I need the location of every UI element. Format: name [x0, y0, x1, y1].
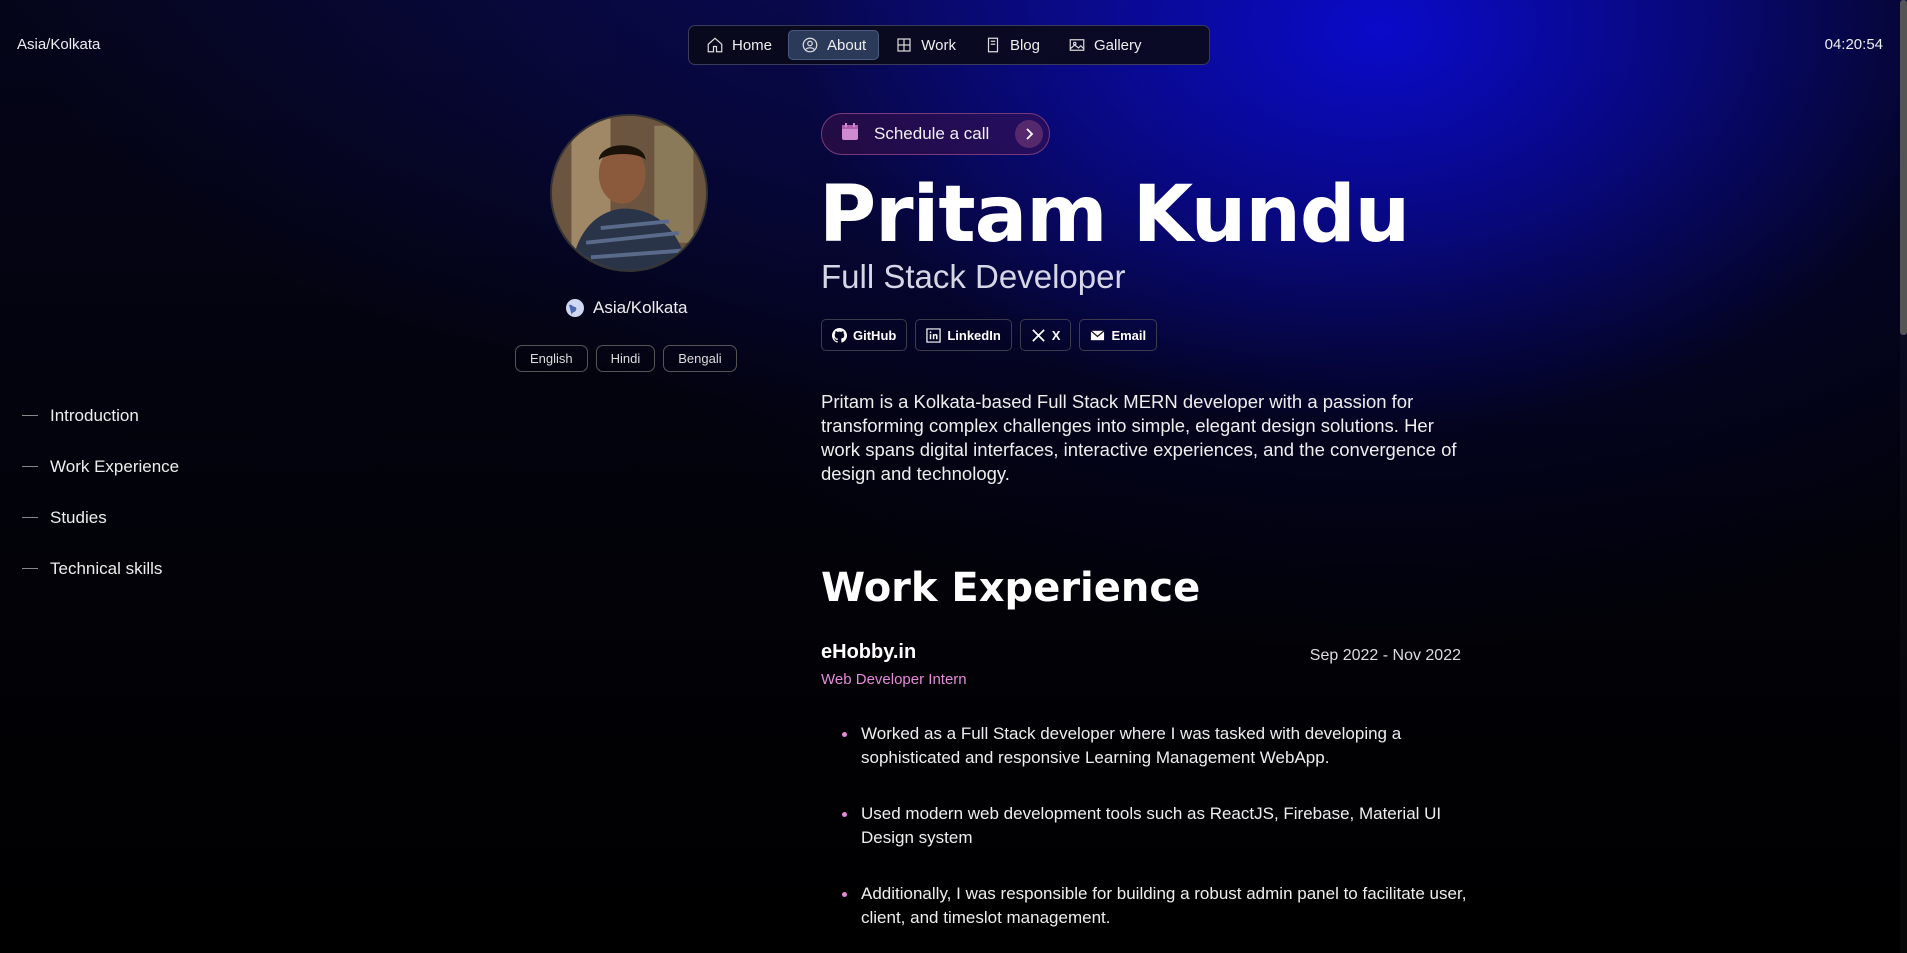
section-nav-studies[interactable]: Studies	[22, 492, 179, 543]
job-role: Web Developer Intern	[821, 671, 967, 688]
dash-divider	[22, 415, 38, 416]
job-responsibilities: Worked as a Full Stack developer where I…	[842, 722, 1470, 953]
section-nav-technical-skills[interactable]: Technical skills	[22, 543, 179, 594]
nav-home[interactable]: Home	[694, 30, 784, 60]
scrollbar-thumb[interactable]	[1900, 0, 1907, 335]
nav-work[interactable]: Work	[883, 30, 968, 60]
nav-blog-label: Blog	[1009, 36, 1040, 54]
section-nav-work-experience[interactable]: Work Experience	[22, 441, 179, 492]
github-icon	[832, 327, 847, 343]
job-dates: Sep 2022 - Nov 2022	[1309, 647, 1461, 664]
nav-gallery[interactable]: Gallery	[1056, 30, 1154, 60]
x-label: X	[1051, 327, 1061, 343]
section-nav-label: Introduction	[50, 405, 139, 425]
linkedin-link[interactable]: LinkedIn	[915, 319, 1012, 351]
nav-gallery-label: Gallery	[1093, 36, 1142, 54]
email-link[interactable]: Email	[1079, 319, 1158, 351]
profile-role: Full Stack Developer	[821, 258, 1126, 295]
dash-divider	[22, 568, 38, 569]
top-nav: Home About Work Blog Gallery	[688, 25, 1210, 65]
nav-work-label: Work	[921, 36, 956, 54]
section-nav-label: Work Experience	[50, 456, 180, 476]
calendar-icon	[840, 122, 860, 147]
email-label: Email	[1111, 327, 1147, 343]
nav-home-label: Home	[732, 36, 773, 54]
github-label: GitHub	[853, 327, 897, 343]
section-nav: Introduction Work Experience Studies Tec…	[22, 390, 179, 594]
company-name: eHobby.in	[821, 641, 917, 663]
linkedin-label: LinkedIn	[947, 327, 1001, 343]
profile-name: Pritam Kundu	[819, 170, 1410, 260]
dash-divider	[22, 517, 38, 518]
profile-location-text: Asia/Kolkata	[593, 298, 688, 317]
dash-divider	[22, 466, 38, 467]
x-icon	[1032, 328, 1045, 342]
user-circle-icon	[802, 37, 818, 53]
nav-about[interactable]: About	[788, 30, 880, 60]
grid-icon	[897, 38, 911, 52]
list-item: Used modern web development tools such a…	[842, 802, 1470, 850]
nav-about-label: About	[827, 36, 867, 54]
chevron-right-icon	[1015, 120, 1043, 148]
linkedin-icon	[926, 327, 941, 343]
section-nav-label: Studies	[50, 507, 107, 527]
image-icon	[1069, 39, 1085, 51]
schedule-call-label: Schedule a call	[874, 124, 990, 143]
language-tag: English	[515, 345, 588, 372]
scrollbar[interactable]	[1900, 0, 1907, 953]
profile-location: Asia/Kolkata	[565, 298, 695, 318]
home-icon	[707, 37, 723, 53]
section-nav-label: Technical skills	[50, 558, 163, 578]
work-experience-heading: Work Experience	[821, 565, 1201, 611]
globe-icon	[566, 299, 584, 317]
clock: 04:20:54	[1824, 36, 1883, 53]
nav-blog[interactable]: Blog	[972, 30, 1052, 60]
schedule-call-button[interactable]: Schedule a call	[821, 113, 1050, 155]
avatar	[550, 114, 708, 272]
github-link[interactable]: GitHub	[821, 319, 908, 351]
social-links: GitHub LinkedIn X Email	[821, 319, 1158, 351]
list-item: Additionally, I was responsible for buil…	[842, 882, 1470, 930]
x-link[interactable]: X	[1019, 319, 1072, 351]
timezone-label: Asia/Kolkata	[17, 36, 101, 53]
intro-paragraph: Pritam is a Kolkata-based Full Stack MER…	[821, 391, 1457, 484]
section-nav-introduction[interactable]: Introduction	[22, 390, 179, 441]
language-tags: English Hindi Bengali	[515, 345, 737, 372]
language-tag: Bengali	[663, 345, 737, 372]
list-item: Worked as a Full Stack developer where I…	[842, 722, 1470, 770]
book-icon	[987, 37, 999, 53]
email-icon	[1090, 329, 1105, 340]
language-tag: Hindi	[595, 345, 656, 372]
